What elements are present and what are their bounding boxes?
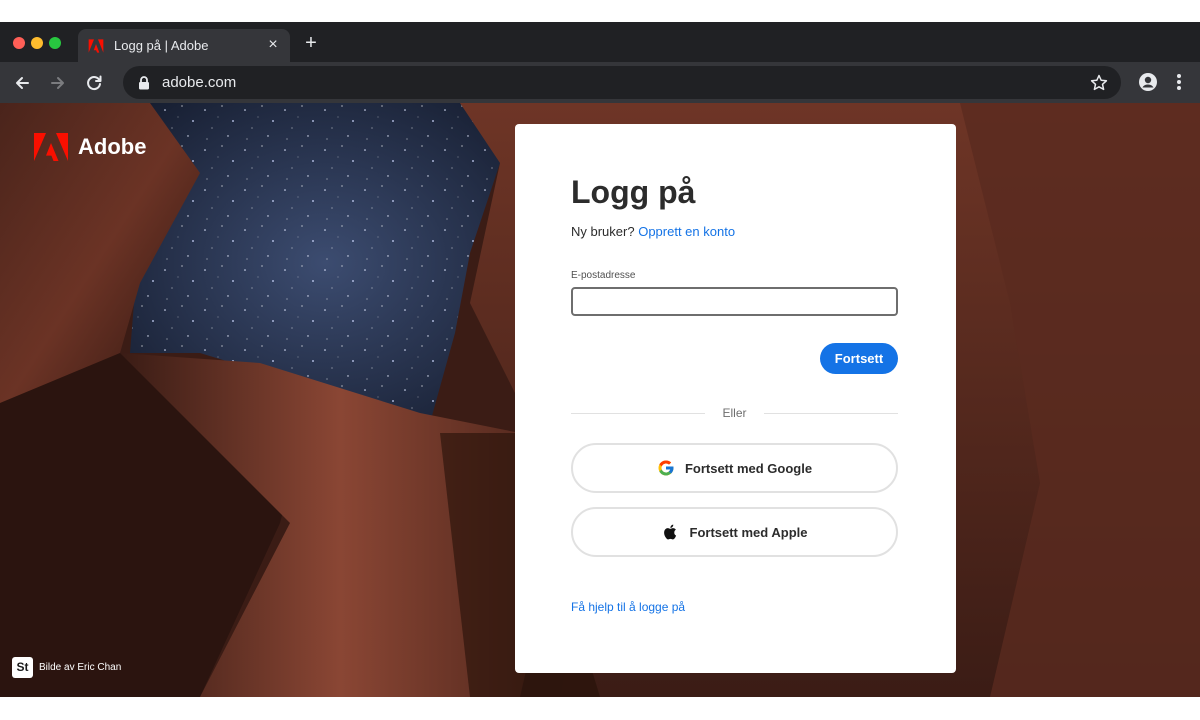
email-label: E-postadresse <box>571 270 636 281</box>
continue-button[interactable]: Fortsett <box>820 343 898 374</box>
browser-toolbar: adobe.com <box>0 62 1200 103</box>
photo-credit: St Bilde av Eric Chan <box>12 657 121 678</box>
reload-icon[interactable] <box>81 70 107 96</box>
new-tab-button[interactable]: + <box>301 33 321 53</box>
email-field[interactable] <box>571 287 898 316</box>
address-bar[interactable]: adobe.com <box>123 66 1121 99</box>
photo-credit-text: Bilde av Eric Chan <box>39 662 122 673</box>
kebab-menu-icon[interactable] <box>1172 71 1186 93</box>
apple-logo-icon <box>663 524 676 540</box>
or-divider: Eller <box>571 406 898 420</box>
tab-close-icon[interactable]: × <box>264 36 282 54</box>
url-text: adobe.com <box>162 74 237 91</box>
sign-in-help-link[interactable]: Få hjelp til å logge på <box>571 600 685 614</box>
browser-window: Logg på | Adobe × + adobe.com Adobe St B… <box>0 22 1200 697</box>
lock-icon <box>139 76 149 90</box>
adobe-logo-icon <box>88 39 104 53</box>
close-window-button[interactable] <box>13 37 25 49</box>
new-user-prompt: Ny bruker? Opprett en konto <box>571 224 735 239</box>
apple-button-label: Fortsett med Apple <box>689 524 808 540</box>
page-viewport: Adobe St Bilde av Eric Chan Logg på Ny b… <box>0 103 1200 697</box>
continue-with-apple-button[interactable]: Fortsett med Apple <box>571 507 898 557</box>
divider-line <box>764 413 898 414</box>
adobe-logo[interactable]: Adobe <box>34 133 146 161</box>
browser-tab[interactable]: Logg på | Adobe × <box>78 29 290 62</box>
arrow-right-icon[interactable] <box>45 70 71 96</box>
tab-strip: Logg på | Adobe × + <box>0 22 1200 62</box>
maximize-window-button[interactable] <box>49 37 61 49</box>
adobe-brand-text: Adobe <box>78 134 147 159</box>
minimize-window-button[interactable] <box>31 37 43 49</box>
new-user-text: Ny bruker? <box>571 224 635 239</box>
google-button-label: Fortsett med Google <box>684 460 813 476</box>
arrow-left-icon[interactable] <box>9 70 35 96</box>
sign-in-card: Logg på Ny bruker? Opprett en konto E-po… <box>515 124 956 673</box>
adobe-logo-icon <box>34 133 68 161</box>
google-g-icon <box>658 460 674 476</box>
page-title: Logg på <box>571 174 696 210</box>
adobe-stock-icon: St <box>12 657 33 678</box>
tab-title: Logg på | Adobe <box>114 38 209 53</box>
create-account-link[interactable]: Opprett en konto <box>638 224 735 239</box>
continue-with-google-button[interactable]: Fortsett med Google <box>571 443 898 493</box>
account-circle-icon[interactable] <box>1138 72 1158 92</box>
star-icon[interactable] <box>1089 73 1109 93</box>
